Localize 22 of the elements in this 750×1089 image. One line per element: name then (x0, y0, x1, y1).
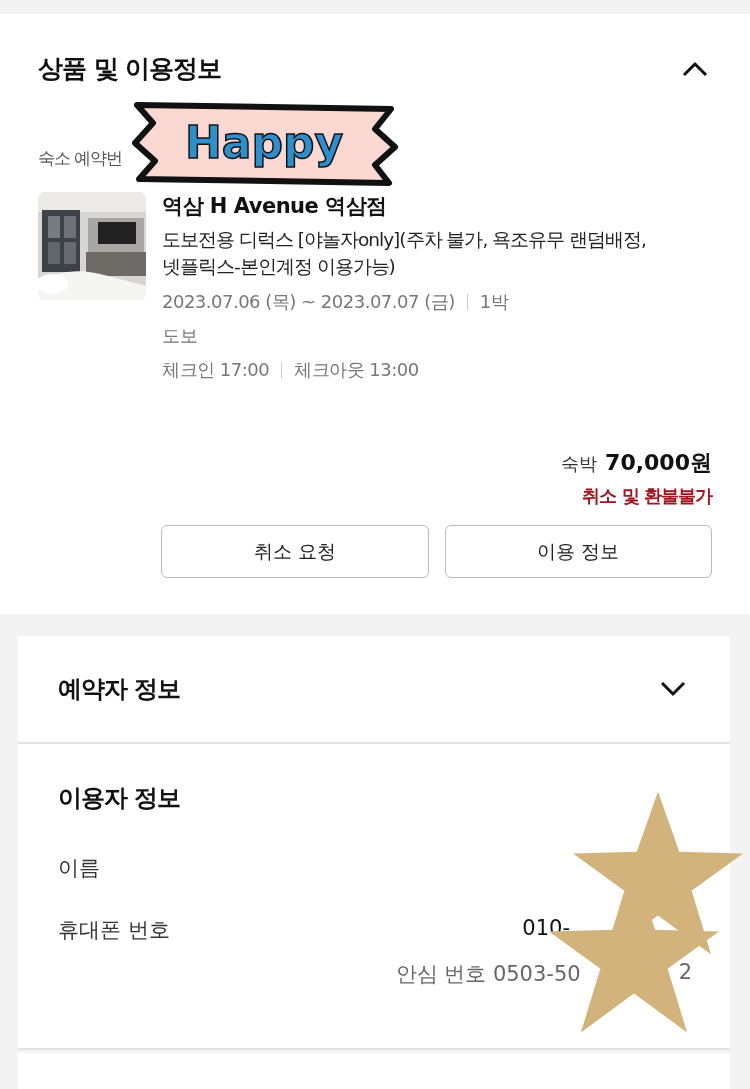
checkout-time: 체크아웃 13:00 (294, 358, 419, 382)
section-title: 이용자 정보 (58, 783, 182, 814)
safe-number: 안심 번호 0503-50 (395, 961, 581, 988)
section-title: 예약자 정보 (58, 674, 181, 705)
access-type: 도보 (162, 324, 198, 348)
price-value: 70,000원 (605, 449, 712, 477)
field-label: 이름 (58, 855, 100, 882)
room-description: 도보전용 디럭스 [야놀자only](주차 불가, 욕조유무 랜덤배정, 넷플릭스-본인계정 이용가능) (162, 228, 647, 279)
expand-icon[interactable] (660, 681, 686, 697)
price-label: 숙박 (561, 452, 598, 476)
collapse-icon[interactable] (682, 60, 708, 77)
safe-number-end: 2 (678, 960, 692, 986)
hotel-name: 역삼 H Avenue 역삼점 (162, 193, 388, 220)
cancel-request-button[interactable]: 취소 요청 (161, 525, 429, 578)
refund-notice: 취소 및 환불불가 (581, 484, 712, 508)
booking-number-label: 숙소 예약번 (38, 147, 123, 170)
checkin-time: 체크인 17:00 (162, 358, 270, 382)
field-label: 휴대폰 번호 (58, 917, 170, 944)
section-title: 상품 및 이용정보 (38, 53, 222, 85)
usage-info-button[interactable]: 이용 정보 (444, 525, 712, 578)
stay-dates: 2023.07.06 (목) ~ 2023.07.07 (금) (162, 290, 455, 314)
nights-count: 1박 (479, 290, 509, 314)
